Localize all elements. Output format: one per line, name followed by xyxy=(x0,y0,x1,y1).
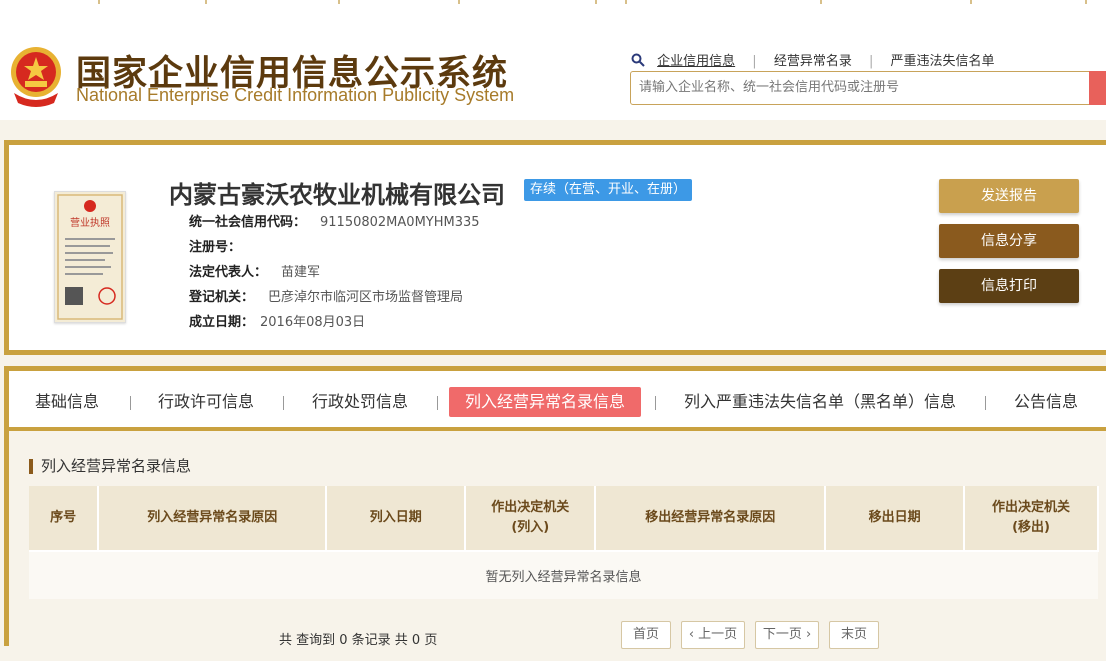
tab-separator xyxy=(985,396,986,410)
info-row-established: 成立日期： 2016年08月03日 xyxy=(189,311,365,330)
legal-rep-value: 苗建军 xyxy=(281,265,321,280)
national-emblem-icon xyxy=(11,47,61,107)
tabs-bar: 基础信息 行政许可信息 行政处罚信息 列入经营异常名录信息 列入严重违法失信名单… xyxy=(9,371,1106,431)
tab-abnormal-list[interactable]: 列入经营异常名录信息 xyxy=(449,387,642,417)
next-page-button[interactable]: 下一页 › xyxy=(755,621,819,649)
credit-code-label: 统一社会信用代码： xyxy=(189,215,307,230)
nav-separator: | xyxy=(752,54,757,69)
prev-page-button[interactable]: ‹ 上一页 xyxy=(681,621,745,649)
tab-separator xyxy=(655,396,656,410)
section-title: 列入经营异常名录信息 xyxy=(29,459,191,474)
svg-text:营业执照: 营业执照 xyxy=(70,216,110,229)
print-button[interactable]: 信息打印 xyxy=(939,269,1079,303)
col-header-remove-authority: 作出决定机关 (移出) xyxy=(964,486,1099,551)
authority-label: 登记机关： xyxy=(189,290,255,305)
tab-admin-license[interactable]: 行政许可信息 xyxy=(158,387,254,417)
nav-link-enterprise-credit[interactable]: 企业信用信息 xyxy=(657,50,735,69)
established-label: 成立日期： xyxy=(189,315,255,330)
col-header-remove-date: 移出日期 xyxy=(825,486,966,551)
chevron-right-icon: › xyxy=(801,627,812,642)
credit-code-value: 91150802MA0MYHM335 xyxy=(320,215,480,230)
site-header: 国家企业信用信息公示系统 National Enterprise Credit … xyxy=(0,5,1106,120)
empty-table-message: 暂无列入经营异常名录信息 xyxy=(29,550,1098,599)
top-nav: 企业信用信息 | 经营异常名录 | 严重违法失信名单 xyxy=(631,50,995,69)
tab-separator xyxy=(130,396,131,410)
prev-page-label: 上一页 xyxy=(698,627,738,642)
nav-link-blacklist[interactable]: 严重违法失信名单 xyxy=(891,50,995,69)
abnormal-records-table: 序号 列入经营异常名录原因 列入日期 作出决定机关 (列入) 移出经营异常名录原因… xyxy=(29,486,1099,599)
info-row-reg-no: 注册号： xyxy=(189,236,255,255)
search-button[interactable] xyxy=(1089,71,1106,105)
search-box xyxy=(630,71,1090,105)
company-info-panel: 营业执照 内蒙古豪沃农牧业机械有限公司 存续（在营、开业、在册） 统一社会信用代… xyxy=(4,140,1106,355)
table-row: 暂无列入经营异常名录信息 xyxy=(29,550,1098,599)
tab-blacklist[interactable]: 列入严重违法失信名单（黑名单）信息 xyxy=(684,387,956,417)
established-value: 2016年08月03日 xyxy=(260,315,366,330)
status-badge: 存续（在营、开业、在册） xyxy=(524,179,693,201)
nav-link-abnormal-list[interactable]: 经营异常名录 xyxy=(774,50,852,69)
info-row-credit-code: 统一社会信用代码： 91150802MA0MYHM335 xyxy=(189,211,480,230)
authority-value: 巴彦淖尔市临河区市场监督管理局 xyxy=(268,290,464,305)
company-name: 内蒙古豪沃农牧业机械有限公司 xyxy=(169,181,505,209)
share-button[interactable]: 信息分享 xyxy=(939,224,1079,258)
search-icon xyxy=(631,53,645,67)
nav-separator: | xyxy=(868,54,874,69)
col-header-list-authority-line1: 作出决定机关 xyxy=(491,500,570,515)
legal-rep-label: 法定代表人： xyxy=(189,265,268,280)
next-page-label: 下一页 xyxy=(762,627,802,642)
site-title-en: National Enterprise Credit Information P… xyxy=(76,85,515,105)
chevron-left-icon: ‹ xyxy=(688,627,699,642)
pagination-summary: 共 查询到 0 条记录 共 0 页 xyxy=(279,633,438,648)
tab-basic-info[interactable]: 基础信息 xyxy=(35,387,99,417)
col-header-list-reason: 列入经营异常名录原因 xyxy=(98,486,328,551)
detail-tabs-panel: 基础信息 行政许可信息 行政处罚信息 列入经营异常名录信息 列入严重违法失信名单… xyxy=(4,366,1106,661)
tab-separator xyxy=(283,396,284,410)
col-header-index: 序号 xyxy=(29,486,100,551)
info-row-authority: 登记机关： 巴彦淖尔市临河区市场监督管理局 xyxy=(189,286,463,305)
search-input[interactable] xyxy=(631,72,1087,102)
col-header-remove-authority-line1: 作出决定机关 xyxy=(992,500,1071,515)
tab-admin-penalty[interactable]: 行政处罚信息 xyxy=(312,387,408,417)
send-report-button[interactable]: 发送报告 xyxy=(939,179,1079,213)
info-row-legal-rep: 法定代表人： 苗建军 xyxy=(189,261,320,280)
reg-no-label: 注册号： xyxy=(189,240,242,255)
col-header-list-authority: 作出决定机关 (列入) xyxy=(465,486,597,551)
col-header-list-authority-line2: (列入) xyxy=(511,520,550,535)
last-page-button[interactable]: 末页 xyxy=(829,621,879,649)
col-header-list-date: 列入日期 xyxy=(326,486,467,551)
business-license-icon[interactable]: 营业执照 xyxy=(54,191,126,323)
content-area: 列入经营异常名录信息 序号 列入经营异常名录原因 列入日期 作出决定机关 (列入)… xyxy=(9,431,1106,661)
col-header-remove-authority-line2: (移出) xyxy=(1012,520,1050,535)
first-page-button[interactable]: 首页 xyxy=(621,621,671,649)
col-header-remove-reason: 移出经营异常名录原因 xyxy=(595,486,827,551)
tab-announcement[interactable]: 公告信息 xyxy=(1014,387,1078,417)
tab-separator xyxy=(437,396,438,410)
divider-band xyxy=(0,120,1106,140)
table-header-row: 序号 列入经营异常名录原因 列入日期 作出决定机关 (列入) 移出经营异常名录原因… xyxy=(29,486,1099,551)
